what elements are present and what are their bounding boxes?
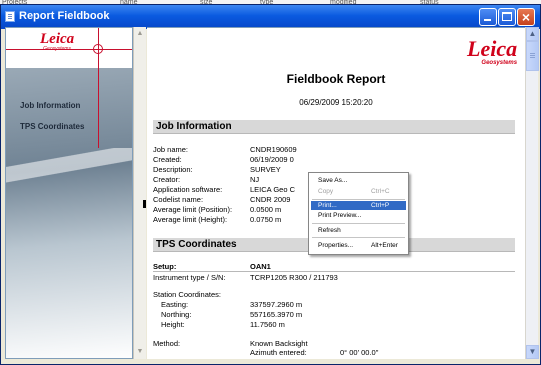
- menu-separator: [312, 199, 405, 200]
- menu-item-shortcut: Ctrl+P: [371, 202, 390, 209]
- logo-sub: Geosystems: [481, 60, 518, 66]
- splitter-down-arrow-icon[interactable]: ▼: [136, 348, 144, 356]
- menu-item-label: Save As...: [318, 177, 348, 184]
- close-icon: ×: [521, 9, 531, 25]
- menu-item-label: Properties...: [318, 242, 354, 249]
- minimize-icon: [484, 19, 491, 21]
- menu-item-save-as[interactable]: Save As...: [311, 176, 406, 185]
- instrument-value: TCRP1205 R300 / 211793: [250, 273, 338, 282]
- title-bar[interactable]: Report Fieldbook ×: [1, 5, 540, 29]
- navigation-pane: Leica Geosystems Job Information TPS Coo…: [5, 27, 133, 359]
- report-datetime: 06/29/2009 15:20:20: [299, 98, 373, 107]
- field-value: 0.0750 m: [250, 215, 282, 224]
- setup-value: OAN1: [250, 262, 271, 271]
- field-label: Average limit (Position):: [153, 205, 233, 214]
- azimuth-label: Azimuth entered:: [250, 348, 307, 357]
- field-value: SURVEY: [250, 165, 281, 174]
- menu-item-copy[interactable]: Copy Ctrl+C: [311, 187, 406, 196]
- menu-item-refresh[interactable]: Refresh: [311, 226, 406, 235]
- field-label: Creator:: [153, 175, 181, 184]
- instrument-label: Instrument type / S/N:: [153, 273, 226, 282]
- window-app-icon[interactable]: [5, 11, 15, 22]
- nav-header: Leica Geosystems: [6, 28, 132, 68]
- field-value: 06/19/2009 0: [250, 155, 294, 164]
- logo-word: Leica: [467, 36, 518, 61]
- menu-item-label: Copy: [318, 188, 334, 195]
- menu-item-label: Print Preview...: [318, 212, 362, 219]
- maximize-icon: [502, 12, 512, 21]
- scroll-thumb[interactable]: [526, 41, 539, 71]
- scroll-down-arrow-icon[interactable]: ▼: [526, 345, 539, 359]
- crosshair-line-horizontal: [6, 49, 132, 50]
- menu-separator: [312, 223, 405, 224]
- coord-label: Easting:: [161, 300, 189, 309]
- coord-value: 557165.3970 m: [250, 310, 303, 319]
- method-value: Known Backsight: [250, 339, 308, 348]
- station-coordinates-label: Station Coordinates:: [153, 290, 221, 299]
- menu-separator: [312, 237, 405, 238]
- pane-splitter[interactable]: ▲ ▼: [133, 27, 146, 359]
- minimize-button[interactable]: [479, 8, 497, 26]
- menu-item-label: Refresh: [318, 227, 341, 234]
- leica-logo: Leica Geosystems: [467, 38, 517, 67]
- field-label: Codelist name:: [153, 195, 204, 204]
- field-value: 0.0500 m: [250, 205, 282, 214]
- coord-value: 11.7560 m: [250, 320, 285, 329]
- setup-divider: [153, 261, 515, 272]
- setup-label: Setup:: [153, 262, 177, 271]
- field-label: Description:: [153, 165, 193, 174]
- section-job-information: Job Information: [153, 120, 515, 134]
- vertical-scrollbar[interactable]: ▲ ▼: [525, 27, 539, 359]
- field-label: Created:: [153, 155, 182, 164]
- menu-item-print[interactable]: Print... Ctrl+P: [311, 201, 406, 210]
- menu-item-shortcut: Ctrl+C: [371, 188, 390, 195]
- method-label: Method:: [153, 339, 181, 348]
- nav-link-job-information[interactable]: Job Information: [20, 101, 80, 110]
- field-value: NJ: [250, 175, 260, 184]
- report-title: Fieldbook Report: [286, 72, 386, 86]
- field-value: CNDR190609: [250, 145, 297, 154]
- field-label: Application software:: [153, 185, 223, 194]
- splitter-up-arrow-icon[interactable]: ▲: [136, 30, 144, 38]
- field-label: Average limit (Height):: [153, 215, 228, 224]
- azimuth-value: 0° 00' 00.0": [340, 348, 379, 357]
- crosshair-circle-icon: [93, 44, 103, 54]
- menu-item-properties[interactable]: Properties... Alt+Enter: [311, 241, 406, 250]
- close-button[interactable]: ×: [517, 8, 535, 26]
- field-value: LEICA Geo C: [250, 185, 296, 194]
- nav-link-tps-coordinates[interactable]: TPS Coordinates: [20, 122, 84, 131]
- menu-item-print-preview[interactable]: Print Preview...: [311, 211, 406, 220]
- field-label: Job name:: [153, 145, 189, 154]
- field-value: CNDR 2009: [250, 195, 291, 204]
- window-title: Report Fieldbook: [19, 10, 110, 22]
- maximize-button[interactable]: [498, 8, 516, 26]
- context-menu: Save As... Copy Ctrl+C Print... Ctrl+P P…: [308, 172, 409, 255]
- menu-item-shortcut: Alt+Enter: [371, 242, 398, 249]
- splitter-grip-icon[interactable]: [143, 200, 146, 208]
- coord-label: Height:: [161, 320, 185, 329]
- survey-photo: [6, 68, 132, 358]
- coord-value: 337597.2960 m: [250, 300, 303, 309]
- coord-label: Northing:: [161, 310, 192, 319]
- scroll-up-arrow-icon[interactable]: ▲: [526, 27, 539, 41]
- logo-word: Leica: [40, 31, 75, 47]
- menu-item-label: Print...: [318, 202, 337, 209]
